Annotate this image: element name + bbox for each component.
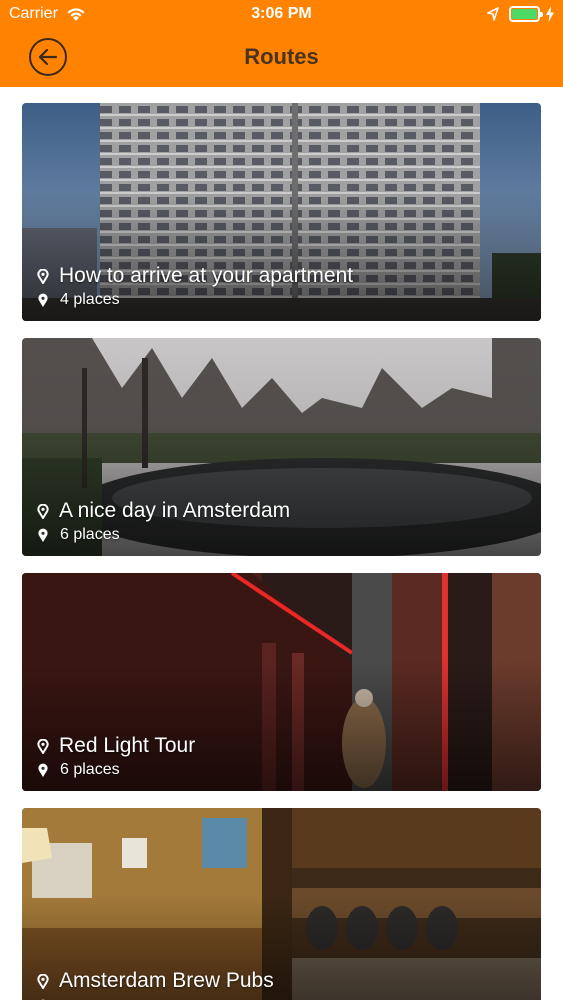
route-title: How to arrive at your apartment: [59, 264, 354, 287]
location-pin-icon: [37, 973, 49, 989]
charging-bolt-icon: [546, 6, 554, 22]
location-pin-icon: [38, 528, 48, 542]
location-pin-icon: [37, 503, 49, 519]
status-time: 3:06 PM: [251, 5, 312, 22]
battery-icon: [509, 6, 543, 22]
route-title-row: How to arrive at your apartment: [37, 264, 353, 288]
page-title: Routes: [244, 44, 319, 69]
route-places-count: 6 places: [60, 761, 120, 778]
route-title-row: Red Light Tour: [37, 734, 195, 758]
route-places-row: 6 places: [37, 526, 120, 544]
route-title: Amsterdam Brew Pubs: [59, 969, 274, 992]
route-title: A nice day in Amsterdam: [59, 499, 291, 522]
app-header: Carrier 3:06 PM Routes: [0, 0, 563, 87]
route-places-row: 6 places: [37, 761, 120, 779]
location-pin-icon: [38, 763, 48, 777]
route-card-red-light[interactable]: Red Light Tour 6 places: [22, 573, 541, 791]
route-title: Red Light Tour: [59, 734, 196, 757]
route-places-count: 6 places: [60, 526, 120, 543]
status-bar: Carrier 3:06 PM: [0, 0, 563, 30]
location-pin-icon: [38, 293, 48, 307]
route-card-brew-pubs[interactable]: Amsterdam Brew Pubs: [22, 808, 541, 1000]
route-card-nice-day[interactable]: A nice day in Amsterdam 6 places: [22, 338, 541, 556]
route-card-apartment[interactable]: How to arrive at your apartment 4 places: [22, 103, 541, 321]
location-pin-icon: [37, 738, 49, 754]
route-places-count: 4 places: [60, 291, 120, 308]
location-pin-icon: [37, 268, 49, 284]
route-title-row: Amsterdam Brew Pubs: [37, 969, 274, 993]
route-title-row: A nice day in Amsterdam: [37, 499, 290, 523]
route-places-row: 4 places: [37, 291, 120, 309]
location-arrow-icon: [487, 7, 499, 21]
route-list[interactable]: How to arrive at your apartment 4 places: [0, 87, 563, 1000]
